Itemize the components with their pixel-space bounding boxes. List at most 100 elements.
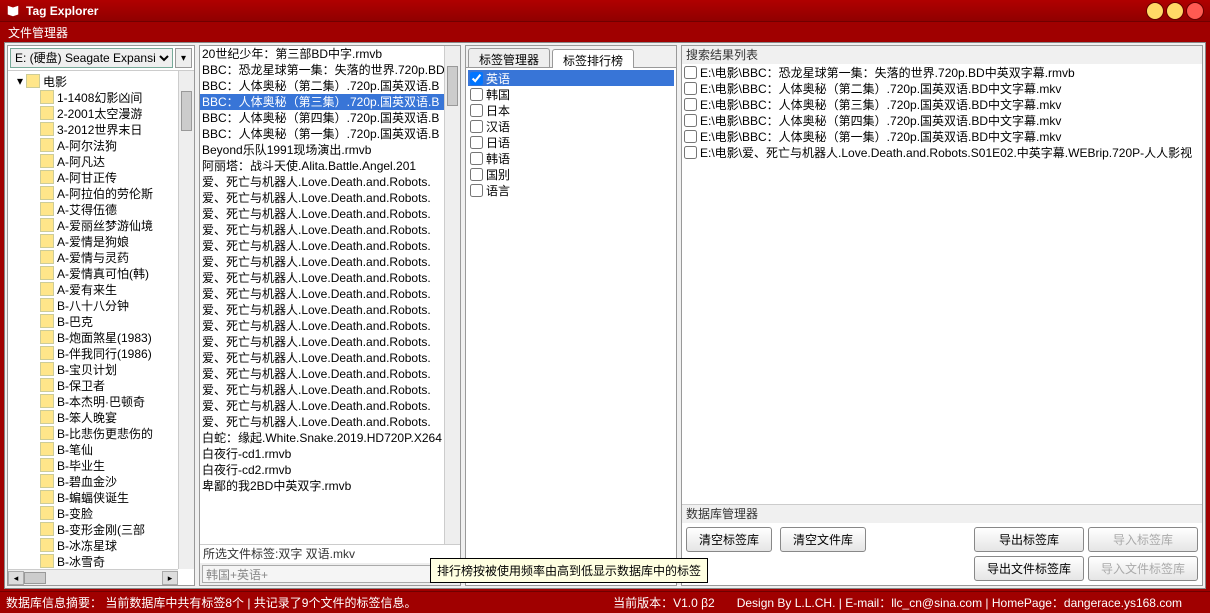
tag-item[interactable]: 国别 bbox=[468, 166, 674, 182]
tag-checkbox[interactable] bbox=[470, 136, 483, 149]
tree-item[interactable]: B-笨人晚宴 bbox=[12, 409, 194, 425]
file-item[interactable]: 爱、死亡与机器人.Love.Death.and.Robots. bbox=[200, 254, 460, 270]
tree-item[interactable]: B-冰冻星球 bbox=[12, 537, 194, 553]
file-item[interactable]: 爱、死亡与机器人.Love.Death.and.Robots. bbox=[200, 398, 460, 414]
file-item[interactable]: 白夜行-cd2.rmvb bbox=[200, 462, 460, 478]
tree-item[interactable]: B-碧血金沙 bbox=[12, 473, 194, 489]
file-item[interactable]: BBC：人体奥秘（第四集）.720p.国英双语.B bbox=[200, 110, 460, 126]
drive-select[interactable]: E: (硬盘) Seagate Expansi bbox=[10, 48, 173, 68]
tree-scrollbar-v[interactable] bbox=[178, 71, 194, 569]
tag-checkbox[interactable] bbox=[470, 88, 483, 101]
result-item[interactable]: E:\电影\BBC：人体奥秘（第三集）.720p.国英双语.BD中文字幕.mkv bbox=[682, 96, 1202, 112]
file-item[interactable]: BBC：人体奥秘（第一集）.720p.国英双语.B bbox=[200, 126, 460, 142]
tree-item[interactable]: A-阿凡达 bbox=[12, 153, 194, 169]
file-list[interactable]: 20世纪少年：第三部BD中字.rmvbBBC：恐龙星球第一集：失落的世界.720… bbox=[200, 46, 460, 545]
clear-files-button[interactable]: 清空文件库 bbox=[780, 527, 866, 552]
tab-tag-rank[interactable]: 标签排行榜 bbox=[552, 49, 634, 68]
tree-item[interactable]: B-保卫者 bbox=[12, 377, 194, 393]
tab-tag-manage[interactable]: 标签管理器 bbox=[468, 48, 550, 67]
tree-item[interactable]: B-巴克 bbox=[12, 313, 194, 329]
tag-item[interactable]: 韩语 bbox=[468, 150, 674, 166]
tree-item[interactable]: A-爱情是狗娘 bbox=[12, 233, 194, 249]
tree-item[interactable]: B-炮面煞星(1983) bbox=[12, 329, 194, 345]
file-item[interactable]: 20世纪少年：第三部BD中字.rmvb bbox=[200, 46, 460, 62]
file-item[interactable]: 阿丽塔：战斗天使.Alita.Battle.Angel.201 bbox=[200, 158, 460, 174]
tree-item[interactable]: A-阿拉伯的劳伦斯 bbox=[12, 185, 194, 201]
tag-item[interactable]: 汉语 bbox=[468, 118, 674, 134]
tag-item[interactable]: 日语 bbox=[468, 134, 674, 150]
tree-item[interactable]: B-伴我同行(1986) bbox=[12, 345, 194, 361]
file-item[interactable]: 爱、死亡与机器人.Love.Death.and.Robots. bbox=[200, 350, 460, 366]
result-item[interactable]: E:\电影\BBC：人体奥秘（第四集）.720p.国英双语.BD中文字幕.mkv bbox=[682, 112, 1202, 128]
result-checkbox[interactable] bbox=[684, 98, 697, 111]
close-button[interactable] bbox=[1186, 2, 1204, 20]
tag-item[interactable]: 韩国 bbox=[468, 86, 674, 102]
menu-file-manager[interactable]: 文件管理器 bbox=[8, 24, 68, 41]
tree-scrollbar-h[interactable]: ◂▸ bbox=[8, 569, 178, 585]
tag-input[interactable] bbox=[202, 565, 458, 583]
file-item[interactable]: 白夜行-cd1.rmvb bbox=[200, 446, 460, 462]
import-tags-button[interactable]: 导入标签库 bbox=[1088, 527, 1198, 552]
results-list[interactable]: E:\电影\BBC：恐龙星球第一集：失落的世界.720p.BD中英双字幕.rmv… bbox=[682, 64, 1202, 505]
tree-item[interactable]: B-笔仙 bbox=[12, 441, 194, 457]
result-checkbox[interactable] bbox=[684, 66, 697, 79]
clear-tags-button[interactable]: 清空标签库 bbox=[686, 527, 772, 552]
tree-item[interactable]: B-冰雪奇 bbox=[12, 553, 194, 569]
result-item[interactable]: E:\电影\BBC：人体奥秘（第二集）.720p.国英双语.BD中文字幕.mkv bbox=[682, 80, 1202, 96]
tree-item[interactable]: A-爱情与灵药 bbox=[12, 249, 194, 265]
tree-item[interactable]: B-宝贝计划 bbox=[12, 361, 194, 377]
tag-item[interactable]: 英语 bbox=[468, 70, 674, 86]
tag-checkbox[interactable] bbox=[470, 72, 483, 85]
tag-checkbox[interactable] bbox=[470, 168, 483, 181]
file-item[interactable]: 爱、死亡与机器人.Love.Death.and.Robots. bbox=[200, 302, 460, 318]
export-tags-button[interactable]: 导出标签库 bbox=[974, 527, 1084, 552]
file-item[interactable]: 爱、死亡与机器人.Love.Death.and.Robots. bbox=[200, 334, 460, 350]
tree-item[interactable]: 3-2012世界末日 bbox=[12, 121, 194, 137]
tag-checkbox[interactable] bbox=[470, 184, 483, 197]
export-file-tags-button[interactable]: 导出文件标签库 bbox=[974, 556, 1084, 581]
file-item[interactable]: 爱、死亡与机器人.Love.Death.and.Robots. bbox=[200, 174, 460, 190]
tree-item[interactable]: 1-1408幻影凶间 bbox=[12, 89, 194, 105]
tree-item[interactable]: A-爱有来生 bbox=[12, 281, 194, 297]
tree-item[interactable]: 2-2001太空漫游 bbox=[12, 105, 194, 121]
result-checkbox[interactable] bbox=[684, 146, 697, 159]
tag-item[interactable]: 语言 bbox=[468, 182, 674, 198]
file-item[interactable]: 爱、死亡与机器人.Love.Death.and.Robots. bbox=[200, 206, 460, 222]
result-item[interactable]: E:\电影\BBC：人体奥秘（第一集）.720p.国英双语.BD中文字幕.mkv bbox=[682, 128, 1202, 144]
tree-root[interactable]: ▾电影 bbox=[12, 73, 194, 89]
result-checkbox[interactable] bbox=[684, 114, 697, 127]
tag-checkbox[interactable] bbox=[470, 104, 483, 117]
minimize-button[interactable] bbox=[1146, 2, 1164, 20]
tree-item[interactable]: B-蝙蝠侠诞生 bbox=[12, 489, 194, 505]
file-item[interactable]: 爱、死亡与机器人.Love.Death.and.Robots. bbox=[200, 318, 460, 334]
result-item[interactable]: E:\电影\爱、死亡与机器人.Love.Death.and.Robots.S01… bbox=[682, 144, 1202, 160]
tree-item[interactable]: A-爱丽丝梦游仙境 bbox=[12, 217, 194, 233]
tree-item[interactable]: B-比悲伤更悲伤的 bbox=[12, 425, 194, 441]
file-item[interactable]: 爱、死亡与机器人.Love.Death.and.Robots. bbox=[200, 190, 460, 206]
result-item[interactable]: E:\电影\BBC：恐龙星球第一集：失落的世界.720p.BD中英双字幕.rmv… bbox=[682, 64, 1202, 80]
file-item[interactable]: 爱、死亡与机器人.Love.Death.and.Robots. bbox=[200, 286, 460, 302]
drive-dropdown-button[interactable]: ▾ bbox=[175, 48, 192, 68]
tree-item[interactable]: B-毕业生 bbox=[12, 457, 194, 473]
file-item[interactable]: BBC：人体奥秘（第二集）.720p.国英双语.B bbox=[200, 78, 460, 94]
result-checkbox[interactable] bbox=[684, 130, 697, 143]
folder-tree[interactable]: ▾电影1-1408幻影凶间2-2001太空漫游3-2012世界末日A-阿尔法狗A… bbox=[8, 70, 194, 585]
file-item[interactable]: BBC：恐龙星球第一集：失落的世界.720p.BD bbox=[200, 62, 460, 78]
maximize-button[interactable] bbox=[1166, 2, 1184, 20]
file-scrollbar[interactable] bbox=[444, 46, 460, 544]
result-checkbox[interactable] bbox=[684, 82, 697, 95]
tree-item[interactable]: A-艾得伍德 bbox=[12, 201, 194, 217]
file-item[interactable]: Beyond乐队1991现场演出.rmvb bbox=[200, 142, 460, 158]
file-item[interactable]: 白蛇：缘起.White.Snake.2019.HD720P.X264 bbox=[200, 430, 460, 446]
tree-item[interactable]: A-阿甘正传 bbox=[12, 169, 194, 185]
tree-item[interactable]: A-阿尔法狗 bbox=[12, 137, 194, 153]
tree-item[interactable]: B-八十八分钟 bbox=[12, 297, 194, 313]
file-item[interactable]: 爱、死亡与机器人.Love.Death.and.Robots. bbox=[200, 238, 460, 254]
file-item[interactable]: 卑鄙的我2BD中英双字.rmvb bbox=[200, 478, 460, 494]
file-item[interactable]: 爱、死亡与机器人.Love.Death.and.Robots. bbox=[200, 222, 460, 238]
tag-checkbox[interactable] bbox=[470, 120, 483, 133]
tag-checkbox[interactable] bbox=[470, 152, 483, 165]
tree-item[interactable]: A-爱情真可怕(韩) bbox=[12, 265, 194, 281]
import-file-tags-button[interactable]: 导入文件标签库 bbox=[1088, 556, 1198, 581]
file-item[interactable]: 爱、死亡与机器人.Love.Death.and.Robots. bbox=[200, 366, 460, 382]
